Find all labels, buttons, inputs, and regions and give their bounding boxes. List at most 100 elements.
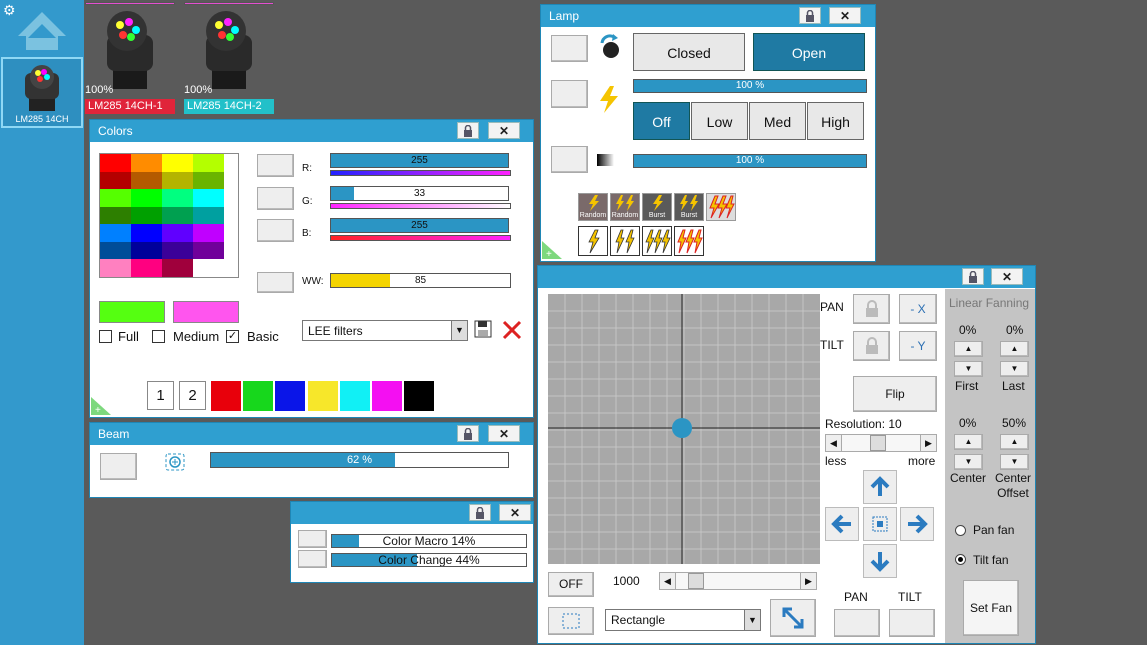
- color-grid-cell[interactable]: [162, 154, 193, 172]
- strobe-pattern-3[interactable]: [642, 226, 672, 256]
- color-grid-cell[interactable]: [162, 189, 193, 207]
- close-icon[interactable]: ✕: [991, 268, 1023, 285]
- lock-icon[interactable]: [457, 122, 479, 139]
- strobe-random-2[interactable]: Random: [610, 193, 640, 221]
- close-icon[interactable]: ✕: [829, 7, 861, 24]
- zoom-icon[interactable]: [164, 452, 186, 472]
- ww-slider[interactable]: 85: [330, 273, 511, 288]
- color-grid-cell[interactable]: [162, 171, 193, 189]
- blue-slider[interactable]: 255: [330, 218, 509, 233]
- position-dot[interactable]: [672, 418, 692, 438]
- tilt-fan-radio[interactable]: [955, 554, 966, 565]
- med-button[interactable]: Med: [749, 102, 806, 140]
- quick-color-swatch[interactable]: [243, 381, 274, 411]
- quick-color-swatch[interactable]: [339, 381, 370, 411]
- color-grid-cell[interactable]: [100, 259, 131, 277]
- quick-color-swatch[interactable]: [211, 381, 241, 411]
- lock-icon[interactable]: [469, 504, 491, 521]
- speed-slider[interactable]: ◀ ▶: [659, 572, 817, 590]
- delete-icon[interactable]: [501, 319, 523, 341]
- strobe-multi-button[interactable]: [706, 193, 736, 221]
- beam-slider[interactable]: 62 %: [210, 452, 509, 468]
- gradient-button[interactable]: [551, 146, 588, 173]
- off-button[interactable]: OFF: [548, 572, 594, 597]
- color-grid-cell[interactable]: [100, 189, 131, 207]
- red-button[interactable]: [257, 154, 294, 177]
- quick-color-swatch[interactable]: [404, 381, 435, 411]
- color-grid-cell[interactable]: [162, 241, 193, 259]
- chevron-down-icon[interactable]: ▼: [451, 321, 467, 340]
- beam-button[interactable]: [100, 453, 137, 480]
- open-button[interactable]: Open: [753, 33, 865, 71]
- flip-button[interactable]: Flip: [853, 376, 937, 412]
- center-up-button[interactable]: ▲: [954, 434, 983, 450]
- green-slider[interactable]: 33: [330, 186, 509, 201]
- green-button[interactable]: [257, 187, 294, 210]
- chevron-right-icon[interactable]: ▶: [920, 435, 936, 451]
- resolution-thumb[interactable]: [870, 435, 886, 451]
- dimmer-slider[interactable]: 100 %: [633, 79, 867, 93]
- tilt-bottom-button[interactable]: [889, 609, 935, 637]
- current-color-swatch[interactable]: [99, 301, 165, 323]
- quick-color-swatch[interactable]: [372, 381, 402, 411]
- red-slider[interactable]: 255: [330, 153, 509, 168]
- lock-icon[interactable]: [962, 268, 984, 285]
- minus-x-button[interactable]: - X: [899, 294, 937, 324]
- pan-lock-button[interactable]: [853, 294, 890, 324]
- strobe-burst-1[interactable]: Burst: [642, 193, 672, 221]
- resolution-slider[interactable]: ◀ ▶: [825, 434, 937, 452]
- arrow-up-button[interactable]: [863, 470, 897, 504]
- close-icon[interactable]: ✕: [488, 425, 520, 442]
- filter-select[interactable]: LEE filters ▼: [302, 320, 468, 341]
- strobe-burst-2[interactable]: Burst: [674, 193, 704, 221]
- ww-button[interactable]: [257, 272, 294, 293]
- lamp-button[interactable]: [551, 35, 588, 62]
- chevron-right-icon[interactable]: ▶: [800, 573, 816, 589]
- strobe-pattern-1[interactable]: [578, 226, 608, 256]
- fixture-tile[interactable]: LM285 14CH: [1, 57, 83, 128]
- color-grid-cell[interactable]: [162, 259, 193, 277]
- strobe-button[interactable]: [551, 80, 588, 108]
- arrow-left-button[interactable]: [825, 507, 859, 541]
- color-change-slider[interactable]: Color Change 44%: [331, 553, 527, 567]
- fixture-1[interactable]: 100% LM285 14CH-1: [85, 2, 175, 114]
- lock-icon[interactable]: [799, 7, 821, 24]
- blue-button[interactable]: [257, 219, 294, 242]
- last-down-button[interactable]: ▼: [1000, 361, 1029, 377]
- color-change-button[interactable]: [298, 550, 327, 568]
- color-grid-cell[interactable]: [193, 206, 224, 224]
- color-grid-cell[interactable]: [193, 224, 224, 242]
- center-button[interactable]: [863, 507, 897, 541]
- gear-icon[interactable]: ⚙: [3, 2, 16, 19]
- set-fan-button[interactable]: Set Fan: [963, 580, 1019, 636]
- strobe-pattern-4[interactable]: [674, 226, 704, 256]
- shape-select[interactable]: Rectangle ▼: [605, 609, 761, 631]
- page-2-button[interactable]: 2: [179, 381, 206, 410]
- medium-checkbox[interactable]: [152, 330, 165, 343]
- color-grid-cell[interactable]: [100, 241, 131, 259]
- high-button[interactable]: High: [807, 102, 864, 140]
- color-grid-cell[interactable]: [131, 206, 162, 224]
- save-icon[interactable]: [474, 320, 492, 338]
- color-grid-cell[interactable]: [193, 154, 224, 172]
- chevron-down-icon[interactable]: ▼: [744, 610, 760, 630]
- page-1-button[interactable]: 1: [147, 381, 174, 410]
- shape-button[interactable]: [548, 607, 594, 635]
- arrow-down-button[interactable]: [863, 544, 897, 578]
- color-grid-cell[interactable]: [100, 206, 131, 224]
- close-icon[interactable]: ✕: [499, 504, 531, 521]
- quick-color-swatch[interactable]: [307, 381, 338, 411]
- scroll-up-icon[interactable]: [16, 10, 68, 52]
- previous-color-swatch[interactable]: [173, 301, 239, 323]
- color-grid-cell[interactable]: [193, 189, 224, 207]
- color-macro-button[interactable]: [298, 530, 327, 548]
- center-down-button[interactable]: ▼: [954, 454, 983, 470]
- color-grid-cell[interactable]: [100, 171, 131, 189]
- pan-fan-radio[interactable]: [955, 525, 966, 536]
- swap-button[interactable]: [770, 599, 816, 637]
- offset-down-button[interactable]: ▼: [1000, 454, 1029, 470]
- expand-icon[interactable]: +: [542, 241, 564, 261]
- low-button[interactable]: Low: [691, 102, 748, 140]
- first-down-button[interactable]: ▼: [954, 361, 983, 377]
- strobe-pattern-2[interactable]: [610, 226, 640, 256]
